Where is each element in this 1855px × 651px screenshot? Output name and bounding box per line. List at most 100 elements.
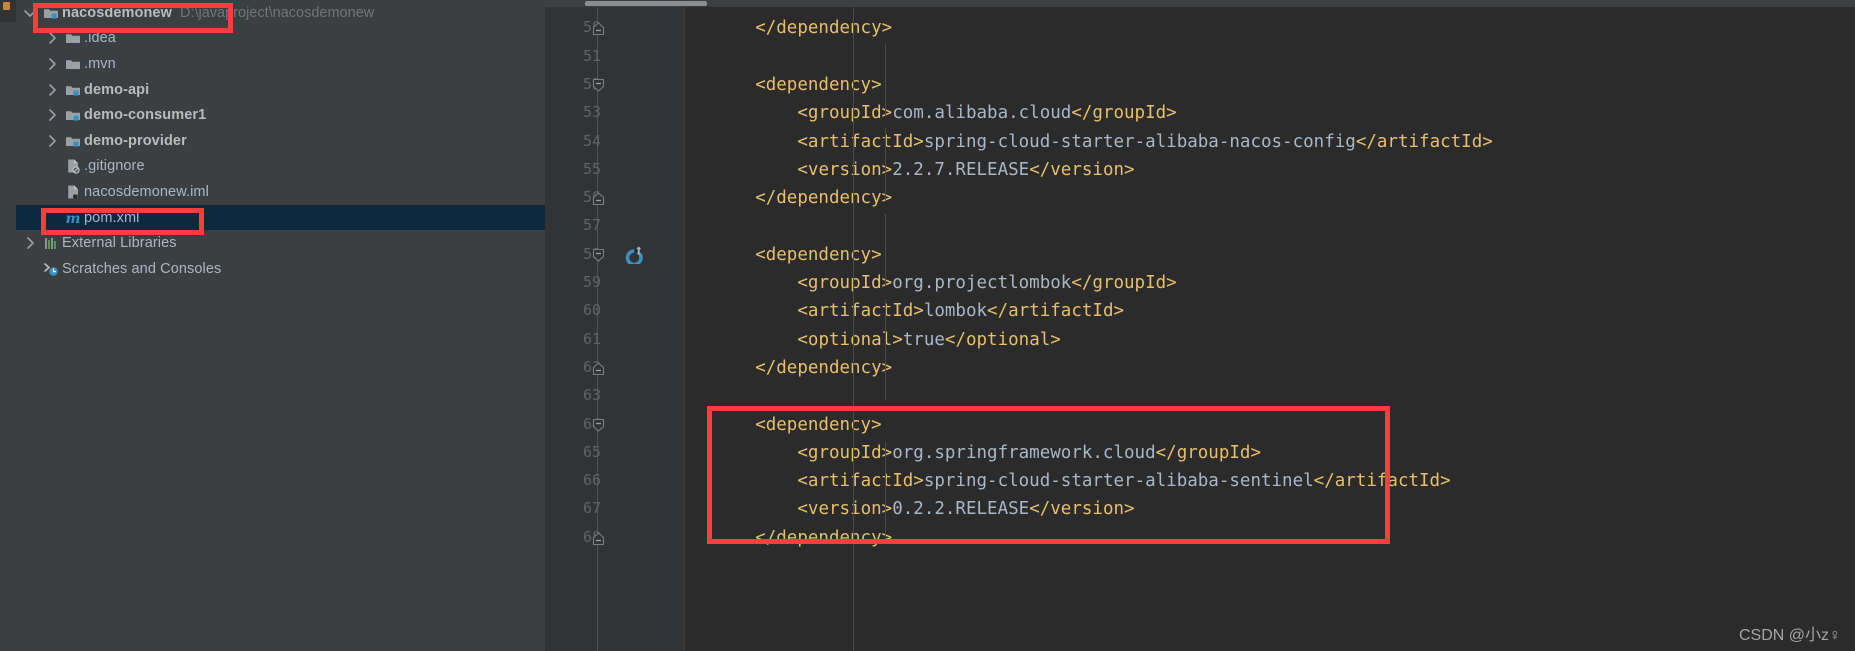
line-number: 53 <box>582 103 601 122</box>
indent-guide <box>885 128 886 200</box>
editor-gutter[interactable]: 4950515253545556575859606162636465666768 <box>545 0 685 651</box>
code-line[interactable]: <optional>true</optional> <box>797 326 1060 354</box>
code-line[interactable]: </dependency> <box>755 524 892 552</box>
xml-tag: </artifactId> <box>987 301 1125 322</box>
xml-tag: </artifactId> <box>1313 471 1451 492</box>
code-line[interactable]: </dependency> <box>755 354 892 382</box>
maven-pom-icon: m <box>62 210 84 226</box>
fold-region-line <box>597 0 598 651</box>
project-stripe-icon[interactable] <box>3 2 10 10</box>
xml-tag: </groupId> <box>1071 103 1177 124</box>
indent-guide <box>885 44 886 116</box>
scratches-icon <box>40 261 62 277</box>
xml-text: org.projectlombok <box>892 273 1072 293</box>
line-number: 59 <box>582 273 601 291</box>
scrollbar-thumb[interactable] <box>585 1 707 6</box>
xml-tag: <dependency> <box>755 244 882 265</box>
horizontal-scrollbar[interactable] <box>545 0 1855 7</box>
code-line[interactable]: <version>2.2.7.RELEASE</version> <box>797 156 1134 184</box>
tree-item-mvn[interactable]: .mvn <box>16 51 545 77</box>
chevron-right-icon[interactable] <box>20 235 40 251</box>
tree-item-demo-consumer1[interactable]: demo-consumer1 <box>16 102 545 128</box>
line-number: 67 <box>582 499 601 518</box>
tree-item-pom-xml[interactable]: m pom.xml <box>16 204 545 231</box>
tree-item-label: demo-api <box>84 81 150 98</box>
xml-text: lombok <box>923 301 988 322</box>
code-line[interactable]: <artifactId>spring-cloud-starter-alibaba… <box>797 467 1450 495</box>
chevron-right-icon[interactable] <box>42 30 62 46</box>
xml-tag: <version> <box>797 499 893 520</box>
xml-tag: <artifactId> <box>797 471 924 492</box>
idea-window: nacosdemonew D:\javaproject\nacosdemonew.… <box>0 0 1855 651</box>
chevron-right-icon[interactable] <box>42 133 62 149</box>
tree-item-label: nacosdemonew <box>62 4 172 21</box>
xml-tag: <groupId> <box>797 273 893 293</box>
line-number: 66 <box>582 471 601 490</box>
line-number: 60 <box>582 301 601 320</box>
xml-text: 0.2.2.RELEASE <box>892 499 1030 520</box>
code-line[interactable]: <groupId>com.alibaba.cloud</groupId> <box>797 99 1176 127</box>
xml-tag: <groupId> <box>797 103 893 124</box>
tree-item-idea[interactable]: .idea <box>16 26 545 52</box>
project-tree[interactable]: nacosdemonew D:\javaproject\nacosdemonew.… <box>16 0 545 651</box>
fold-end-icon[interactable] <box>591 191 606 206</box>
chevron-down-icon[interactable] <box>20 5 40 21</box>
folder-icon <box>62 56 84 72</box>
tree-item-nacosdemonew-iml[interactable]: nacosdemonew.iml <box>16 179 545 205</box>
code-line[interactable]: <artifactId>lombok</artifactId> <box>797 297 1124 325</box>
code-line[interactable]: <version>0.2.2.RELEASE</version> <box>797 495 1134 523</box>
module-folder-icon <box>62 133 84 149</box>
tree-item-demo-api[interactable]: demo-api <box>16 77 545 103</box>
code-line[interactable]: <groupId>org.projectlombok</groupId> <box>797 269 1176 297</box>
xml-tag: <version> <box>797 159 893 180</box>
xml-text: com.alibaba.cloud <box>892 103 1072 124</box>
fold-start-icon[interactable] <box>591 78 606 93</box>
xml-tag: <optional> <box>797 329 903 350</box>
line-number: 63 <box>582 386 601 405</box>
fold-start-icon[interactable] <box>591 418 606 433</box>
code-line[interactable]: <artifactId>spring-cloud-starter-alibaba… <box>797 128 1492 156</box>
svg-text:m: m <box>66 211 81 226</box>
tree-item-label: .idea <box>84 30 116 47</box>
tree-item-scratches-and-consoles[interactable]: Scratches and Consoles <box>16 256 545 282</box>
module-folder-icon <box>62 82 84 98</box>
xml-tag: </version> <box>1029 159 1135 180</box>
gutter-separator <box>684 0 685 651</box>
code-line[interactable]: <dependency> <box>755 241 881 269</box>
code-line[interactable]: </dependency> <box>755 184 892 212</box>
editor-area[interactable]: 4950515253545556575859606162636465666768… <box>545 0 1855 651</box>
xml-tag: </groupId> <box>1155 442 1261 463</box>
code-line[interactable]: <groupId>org.springframework.cloud</grou… <box>797 439 1261 467</box>
tree-item-label: nacosdemonew.iml <box>84 183 209 200</box>
fold-end-icon[interactable] <box>591 361 606 376</box>
xml-tag: </dependency> <box>755 527 893 548</box>
xml-text: 2.2.7.RELEASE <box>892 159 1030 180</box>
xml-tag: </optional> <box>944 329 1061 350</box>
maven-reload-icon[interactable] <box>623 244 645 266</box>
code-line[interactable]: <dependency> <box>755 411 881 439</box>
xml-text: spring-cloud-starter-alibaba-sentinel <box>923 471 1314 492</box>
xml-tag: </dependency> <box>755 188 893 209</box>
code-content[interactable]: <version>2.2.7.RELEASE</version></depend… <box>685 0 1855 651</box>
tree-item-label: demo-provider <box>84 132 187 149</box>
tree-item-gitignore[interactable]: .gitignore <box>16 154 545 180</box>
xml-tag: <dependency> <box>755 414 882 435</box>
chevron-right-icon[interactable] <box>42 56 62 72</box>
fold-start-icon[interactable] <box>591 248 606 263</box>
chevron-right-icon[interactable] <box>42 107 62 123</box>
tree-item-nacosdemonew[interactable]: nacosdemonew D:\javaproject\nacosdemonew <box>16 0 545 26</box>
xml-text: spring-cloud-starter-alibaba-nacos-confi… <box>923 131 1356 152</box>
module-folder-icon <box>62 107 84 123</box>
code-line[interactable]: </dependency> <box>755 14 892 42</box>
fold-end-icon[interactable] <box>591 531 606 546</box>
tool-window-stripe[interactable] <box>0 0 16 651</box>
code-line[interactable]: <dependency> <box>755 71 881 99</box>
tree-item-external-libraries[interactable]: External Libraries <box>16 230 545 256</box>
fold-end-icon[interactable] <box>591 21 606 36</box>
chevron-right-icon[interactable] <box>42 82 62 98</box>
tree-item-label: .gitignore <box>84 158 145 175</box>
gitignore-file-icon <box>62 158 84 175</box>
xml-tag: <artifactId> <box>797 131 924 152</box>
line-number: 54 <box>582 131 601 150</box>
tree-item-demo-provider[interactable]: demo-provider <box>16 128 545 154</box>
